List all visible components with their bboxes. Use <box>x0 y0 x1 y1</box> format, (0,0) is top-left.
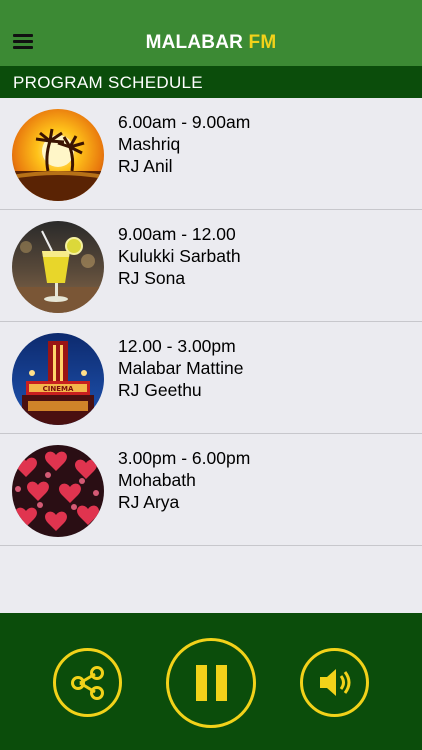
program-name: Mashriq <box>118 134 181 154</box>
program-host: RJ Sona <box>118 268 186 288</box>
volume-icon <box>320 669 351 696</box>
program-host: RJ Arya <box>118 492 180 512</box>
program-time: 3.00pm - 6.00pm <box>118 448 251 468</box>
share-button[interactable] <box>53 648 122 717</box>
program-time: 6.00am - 9.00am <box>118 112 251 132</box>
pause-icon <box>196 665 227 701</box>
player-bar <box>0 613 422 750</box>
section-header: PROGRAM SCHEDULE <box>0 66 422 98</box>
app-title: MALABAR FM <box>0 32 422 54</box>
app-header: MALABAR FM <box>0 0 422 66</box>
program-name: Malabar Mattine <box>118 358 244 378</box>
program-row-mohabath[interactable]: 3.00pm - 6.00pm Mohabath RJ Arya <box>0 434 422 546</box>
program-host: RJ Anil <box>118 156 173 176</box>
cinema-theater-image: CINEMA <box>12 333 104 425</box>
share-icon <box>71 666 104 700</box>
program-time: 9.00am - 12.00 <box>118 224 236 244</box>
program-row-mashriq[interactable]: 6.00am - 9.00am Mashriq RJ Anil <box>0 98 422 210</box>
program-time: 12.00 - 3.00pm <box>118 336 236 356</box>
app-title-fm: FM <box>248 32 277 53</box>
volume-button[interactable] <box>300 648 369 717</box>
pause-button[interactable] <box>166 638 256 728</box>
lemon-juice-image <box>12 221 104 313</box>
program-list: 6.00am - 9.00am Mashriq RJ Anil 9.00am -… <box>0 98 422 546</box>
sunset-palm-image <box>12 109 104 201</box>
svg-text:CINEMA: CINEMA <box>43 385 74 393</box>
program-host: RJ Geethu <box>118 380 202 400</box>
red-hearts-image <box>12 445 104 537</box>
section-title: PROGRAM SCHEDULE <box>13 73 203 92</box>
program-name: Mohabath <box>118 470 196 490</box>
program-name: Kulukki Sarbath <box>118 246 241 266</box>
program-row-kulukki-sarbath[interactable]: 9.00am - 12.00 Kulukki Sarbath RJ Sona <box>0 210 422 322</box>
program-row-malabar-mattine[interactable]: CINEMA 12.00 - 3.00pm Malabar Mattine RJ… <box>0 322 422 434</box>
app-title-malabar: MALABAR <box>145 32 244 53</box>
